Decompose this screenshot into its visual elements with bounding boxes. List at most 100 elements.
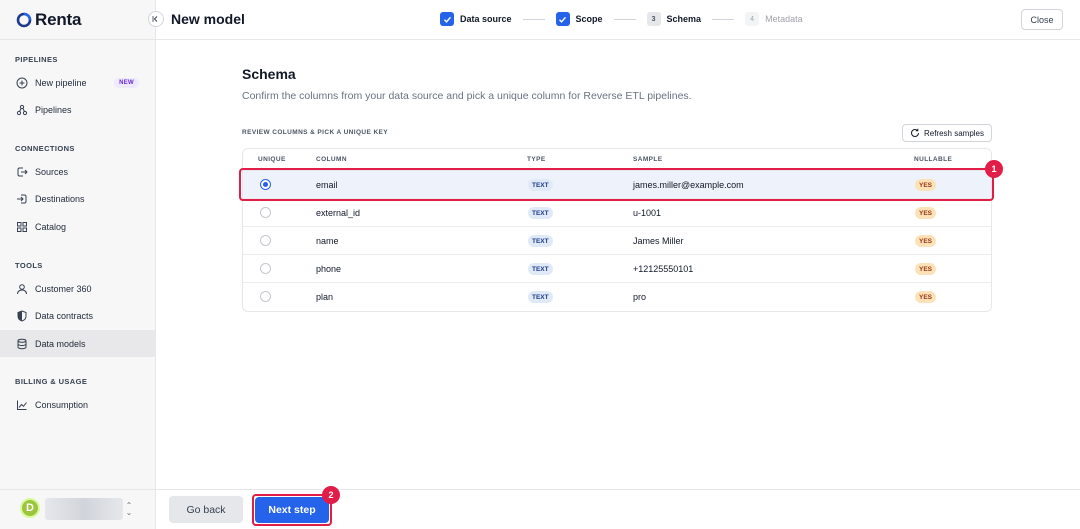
sidebar-item-destinations[interactable]: Destinations — [0, 185, 155, 212]
unique-radio[interactable] — [260, 235, 271, 246]
page-title: New model — [171, 11, 245, 27]
column-name: external_id — [316, 208, 361, 218]
sample-value: pro — [633, 292, 647, 302]
table-row[interactable]: email TEXT james.miller@example.com YES — [243, 171, 991, 199]
section-pipelines: PIPELINES — [15, 55, 58, 64]
logo-text: Renta — [35, 10, 82, 29]
check-icon — [440, 12, 454, 26]
sample-value: +12125550101 — [633, 264, 694, 274]
column-header-type: TYPE — [527, 156, 546, 163]
source-icon — [16, 166, 28, 178]
column-header-unique: UNIQUE — [258, 156, 286, 163]
type-badge: TEXT — [528, 263, 553, 275]
annotation-marker-2: 2 — [322, 486, 340, 504]
step-metadata: 4 Metadata — [745, 12, 803, 26]
sidebar-item-data-models[interactable]: Data models — [0, 330, 155, 357]
table-row[interactable]: plan TEXT pro YES — [243, 283, 991, 311]
top-header: New model Data source Scope 3 Schema 4 M… — [156, 0, 1080, 40]
renta-logo-icon — [16, 12, 32, 28]
nullable-badge: YES — [915, 291, 937, 303]
pipelines-icon — [16, 104, 28, 116]
collapse-sidebar-button[interactable] — [148, 11, 164, 27]
sidebar-item-new-pipeline[interactable]: New pipeline NEW — [0, 69, 155, 96]
section-connections: CONNECTIONS — [15, 144, 75, 153]
sidebar-item-label: Consumption — [35, 399, 89, 410]
table-row[interactable]: phone TEXT +12125550101 YES — [243, 255, 991, 283]
sidebar-divider — [0, 39, 156, 40]
step-data-source[interactable]: Data source — [440, 12, 512, 26]
step-number: 3 — [646, 12, 661, 26]
user-icon — [16, 283, 28, 295]
chevron-up-down-icon[interactable]: ⌃ ⌄ — [124, 502, 134, 517]
column-header-sample: SAMPLE — [633, 156, 663, 163]
nullable-badge: YES — [915, 235, 937, 247]
step-scope[interactable]: Scope — [555, 12, 603, 26]
column-name: plan — [316, 292, 334, 302]
step-label: Schema — [666, 14, 702, 24]
step-connector — [522, 18, 545, 20]
section-title: Schema — [242, 66, 296, 82]
sidebar-item-label: Data contracts — [35, 310, 94, 321]
sidebar-item-label: Customer 360 — [35, 283, 92, 294]
step-number: 4 — [745, 12, 760, 26]
check-icon — [555, 12, 570, 26]
sidebar-item-label: Data models — [35, 338, 86, 349]
step-label: Metadata — [765, 14, 803, 24]
renta-logo[interactable]: Renta — [16, 10, 81, 30]
table-row[interactable]: external_id TEXT u-1001 YES — [243, 199, 991, 227]
avatar[interactable]: D — [20, 498, 40, 518]
nullable-badge: YES — [915, 179, 937, 191]
go-back-button[interactable]: Go back — [169, 496, 243, 523]
sample-value: James Miller — [633, 236, 684, 246]
refresh-icon — [911, 128, 919, 137]
step-label: Data source — [460, 14, 512, 24]
section-tools: TOOLS — [15, 261, 43, 270]
type-badge: TEXT — [528, 291, 553, 303]
nullable-badge: YES — [915, 263, 937, 275]
unique-radio-selected[interactable] — [260, 179, 271, 190]
sample-value: james.miller@example.com — [633, 180, 744, 190]
table-header: UNIQUE COLUMN TYPE SAMPLE NULLABLE — [243, 149, 991, 171]
step-schema[interactable]: 3 Schema — [646, 12, 702, 26]
refresh-samples-button[interactable]: Refresh samples — [902, 124, 992, 142]
type-badge: TEXT — [528, 235, 553, 247]
step-connector — [613, 18, 636, 20]
schema-table: UNIQUE COLUMN TYPE SAMPLE NULLABLE email… — [242, 148, 992, 312]
unique-radio[interactable] — [260, 207, 271, 218]
sidebar-item-pipelines[interactable]: Pipelines — [0, 96, 155, 123]
unique-radio[interactable] — [260, 291, 271, 302]
review-columns-label: REVIEW COLUMNS & PICK A UNIQUE KEY — [242, 129, 389, 136]
sidebar-item-customer-360[interactable]: Customer 360 — [0, 275, 155, 302]
sidebar-item-catalog[interactable]: Catalog — [0, 213, 155, 240]
nullable-badge: YES — [915, 207, 937, 219]
next-step-button[interactable]: Next step — [255, 497, 329, 523]
sidebar-item-label: Catalog — [35, 221, 67, 232]
sidebar-item-data-contracts[interactable]: Data contracts — [0, 302, 155, 329]
section-subtitle: Confirm the columns from your data sourc… — [242, 90, 692, 102]
column-name: email — [316, 180, 338, 190]
account-name-redacted[interactable] — [45, 498, 123, 520]
type-badge: TEXT — [528, 207, 553, 219]
unique-radio[interactable] — [260, 263, 271, 274]
wizard-stepper: Data source Scope 3 Schema 4 Metadata — [440, 11, 803, 27]
sample-value: u-1001 — [633, 208, 662, 218]
column-name: phone — [316, 264, 342, 274]
collapse-left-icon — [152, 16, 158, 22]
column-header-column: COLUMN — [316, 156, 347, 163]
sidebar-item-label: Pipelines — [35, 104, 72, 115]
refresh-label: Refresh samples — [923, 128, 985, 138]
new-badge: NEW — [114, 77, 139, 88]
section-billing: BILLING & USAGE — [15, 377, 88, 386]
sidebar: Renta PIPELINES New pipeline NEW Pipelin… — [0, 0, 156, 529]
plus-circle-icon — [16, 77, 28, 89]
sidebar-item-label: Destinations — [35, 193, 85, 204]
step-label: Scope — [575, 14, 603, 24]
column-header-nullable: NULLABLE — [914, 156, 953, 163]
close-button[interactable]: Close — [1021, 9, 1063, 30]
type-badge: TEXT — [528, 179, 553, 191]
catalog-icon — [16, 221, 28, 233]
table-row[interactable]: name TEXT James Miller YES — [243, 227, 991, 255]
sidebar-item-sources[interactable]: Sources — [0, 158, 155, 185]
sidebar-item-consumption[interactable]: Consumption — [0, 391, 155, 418]
sidebar-item-label: Sources — [35, 166, 69, 177]
